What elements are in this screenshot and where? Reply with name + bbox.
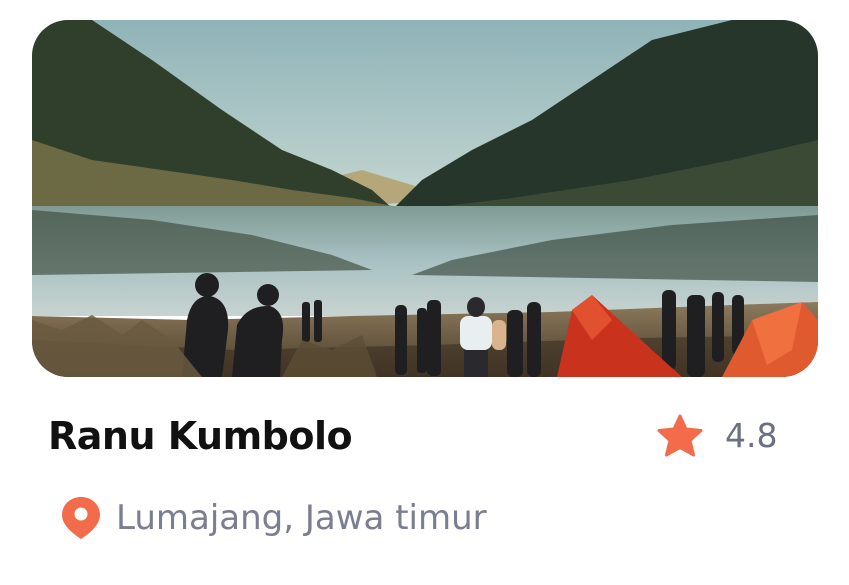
location-text: Lumajang, Jawa timur <box>116 498 487 538</box>
destination-title: Ranu Kumbolo <box>48 414 353 458</box>
destination-photo[interactable] <box>32 20 818 377</box>
location: Lumajang, Jawa timur <box>60 490 487 546</box>
rating-value: 4.8 <box>725 416 778 455</box>
map-pin-icon <box>62 497 100 539</box>
destination-card[interactable]: Ranu Kumbolo 4.8 Lumajang, Jawa timur <box>0 0 849 585</box>
rating: 4.8 <box>655 410 777 462</box>
star-icon <box>657 414 703 457</box>
